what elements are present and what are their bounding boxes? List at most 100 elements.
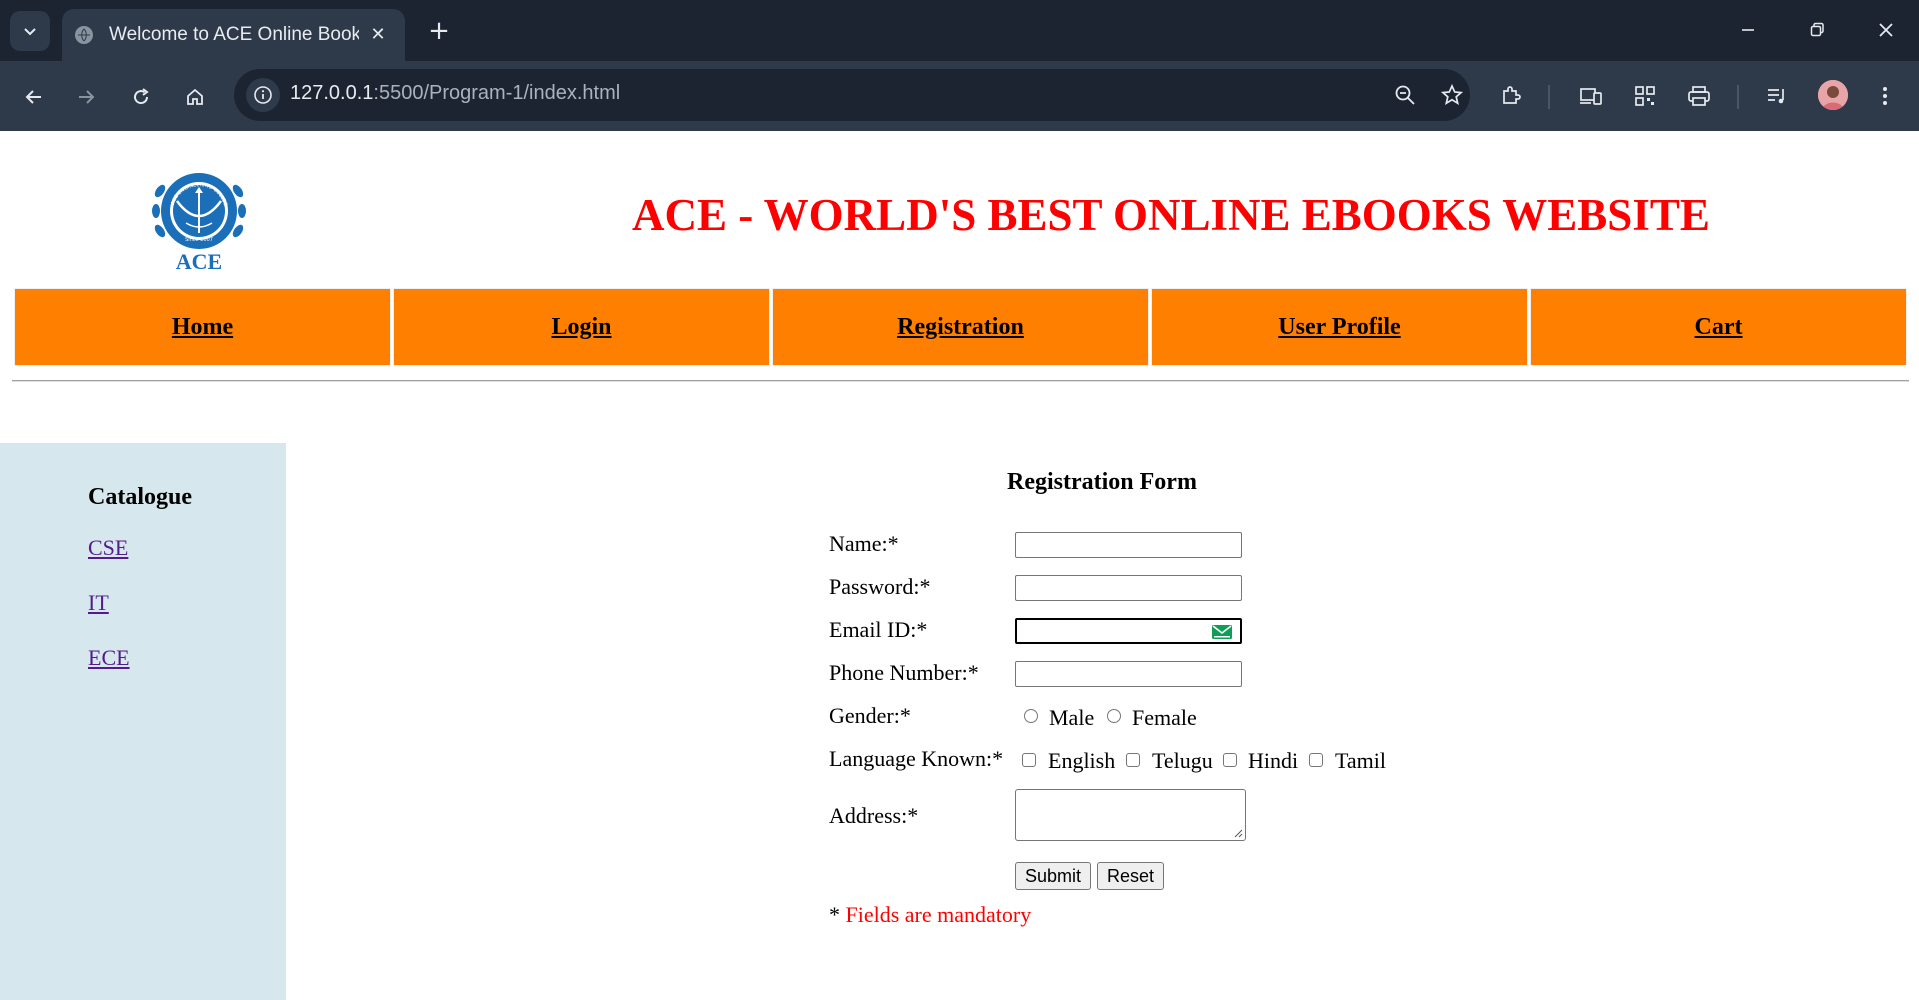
language-english-label[interactable]: English: [1048, 748, 1115, 774]
submit-button[interactable]: Submit: [1015, 862, 1091, 890]
name-label: Name:*: [829, 531, 899, 556]
language-label: Language Known:*: [829, 746, 1004, 771]
browser-tab[interactable]: Welcome to ACE Online Book's ✕: [62, 9, 405, 61]
name-input[interactable]: [1015, 532, 1242, 558]
toolbar-divider: [1737, 85, 1739, 109]
zoom-button[interactable]: [1385, 75, 1425, 115]
profile-avatar[interactable]: [1818, 80, 1848, 110]
arrow-left-icon: [25, 90, 41, 104]
qr-code-icon: [1635, 86, 1655, 106]
language-telugu-checkbox[interactable]: [1126, 753, 1140, 767]
print-button[interactable]: [1679, 76, 1719, 116]
address-label: Address:*: [829, 803, 919, 828]
password-label: Password:*: [829, 574, 931, 599]
home-button[interactable]: [175, 77, 215, 117]
phone-input[interactable]: [1015, 661, 1242, 687]
phone-label: Phone Number:*: [829, 660, 979, 685]
browser-tab-bar: Welcome to ACE Online Book's ✕ +: [0, 0, 1919, 61]
close-window-button[interactable]: [1864, 12, 1908, 48]
language-hindi-label[interactable]: Hindi: [1248, 748, 1298, 774]
back-button[interactable]: [14, 77, 54, 117]
gender-female-radio[interactable]: [1107, 709, 1121, 723]
new-tab-button[interactable]: +: [422, 14, 456, 48]
mandatory-text: Fields are mandatory: [845, 902, 1032, 927]
info-icon: [254, 86, 272, 104]
browser-toolbar: 127.0.0.1:5500/Program-1/index.html: [0, 61, 1919, 131]
language-english-checkbox[interactable]: [1022, 753, 1036, 767]
puzzle-icon: [1503, 86, 1521, 104]
minimize-button[interactable]: [1726, 12, 1770, 48]
language-tamil-checkbox[interactable]: [1309, 753, 1323, 767]
nav-link-user-profile[interactable]: User Profile: [1278, 314, 1400, 340]
form-title: Registration Form: [1007, 469, 1197, 495]
reset-button[interactable]: Reset: [1097, 862, 1164, 890]
catalogue-link-cse[interactable]: CSE: [88, 535, 128, 561]
mandatory-note: * Fields are mandatory: [829, 902, 1031, 928]
password-input[interactable]: [1015, 575, 1242, 601]
nav-cell-registration: Registration: [772, 288, 1149, 366]
arrow-right-icon: [79, 90, 95, 104]
url-host: 127.0.0.1: [290, 82, 374, 104]
gender-male-radio[interactable]: [1024, 709, 1038, 723]
restore-button[interactable]: [1795, 12, 1839, 48]
menu-button[interactable]: [1865, 76, 1905, 116]
gender-female-label[interactable]: Female: [1132, 705, 1197, 731]
header-divider: [12, 380, 1909, 382]
devices-icon: [1580, 88, 1602, 105]
avatar-image: [1818, 80, 1848, 110]
close-icon: [1879, 23, 1893, 37]
star-icon: [1441, 84, 1463, 105]
catalogue-title: Catalogue: [88, 484, 192, 510]
home-icon: [187, 88, 203, 105]
media-controls-button[interactable]: [1757, 76, 1797, 116]
restore-icon: [1810, 22, 1824, 37]
cast-button[interactable]: [1571, 76, 1611, 116]
logo-since-text: Since 2007: [185, 237, 213, 243]
mandatory-star: *: [829, 902, 840, 927]
address-textarea[interactable]: [1015, 789, 1246, 841]
site-info-button[interactable]: [246, 78, 280, 112]
main-nav: Home Login Registration User Profile Car…: [12, 286, 1909, 368]
tab-search-button[interactable]: [10, 11, 50, 51]
language-tamil-label[interactable]: Tamil: [1335, 748, 1386, 774]
page-content: ACE ENGINEERING COLLEGE Since 2007 ACE A…: [0, 131, 1919, 1000]
catalogue-sidebar: Catalogue CSE IT ECE: [0, 443, 286, 1000]
nav-cell-login: Login: [393, 288, 770, 366]
nav-link-cart[interactable]: Cart: [1695, 314, 1743, 340]
reload-icon: [134, 88, 149, 105]
qr-code-button[interactable]: [1625, 76, 1665, 116]
close-tab-icon[interactable]: ✕: [365, 21, 391, 47]
nav-cell-home: Home: [14, 288, 391, 366]
gender-label: Gender:*: [829, 703, 911, 728]
email-input[interactable]: [1015, 618, 1242, 644]
logo-name-text: ACE: [176, 249, 222, 273]
gender-male-label[interactable]: Male: [1049, 705, 1094, 731]
catalogue-link-ece[interactable]: ECE: [88, 645, 130, 671]
nav-cell-cart: Cart: [1530, 288, 1907, 366]
nav-link-login[interactable]: Login: [551, 314, 611, 340]
resize-handle-icon[interactable]: [1233, 828, 1243, 838]
extensions-button[interactable]: [1491, 76, 1531, 116]
forward-button[interactable]: [66, 77, 106, 117]
ace-logo: ACE ENGINEERING COLLEGE Since 2007 ACE: [146, 161, 246, 273]
url-path: :5500/Program-1/index.html: [373, 82, 621, 104]
site-title: ACE - WORLD'S BEST ONLINE EBOOKS WEBSITE: [632, 190, 1710, 240]
toolbar-divider: [1548, 85, 1550, 109]
chevron-down-icon: [24, 28, 36, 36]
printer-icon: [1688, 86, 1710, 106]
email-autofill-icon[interactable]: [1212, 625, 1232, 639]
address-bar[interactable]: 127.0.0.1:5500/Program-1/index.html: [234, 69, 1470, 121]
reload-button[interactable]: [121, 77, 161, 117]
language-telugu-label[interactable]: Telugu: [1152, 748, 1213, 774]
url-text[interactable]: 127.0.0.1:5500/Program-1/index.html: [290, 82, 620, 105]
zoom-out-icon: [1395, 85, 1415, 105]
language-hindi-checkbox[interactable]: [1223, 753, 1237, 767]
nav-cell-user-profile: User Profile: [1151, 288, 1528, 366]
bookmark-button[interactable]: [1432, 75, 1472, 115]
nav-link-registration[interactable]: Registration: [897, 314, 1024, 340]
more-vert-icon: [1883, 87, 1887, 105]
minimize-icon: [1742, 29, 1754, 31]
catalogue-link-it[interactable]: IT: [88, 590, 109, 616]
tab-title: Welcome to ACE Online Book's: [109, 24, 359, 45]
nav-link-home[interactable]: Home: [172, 314, 233, 340]
